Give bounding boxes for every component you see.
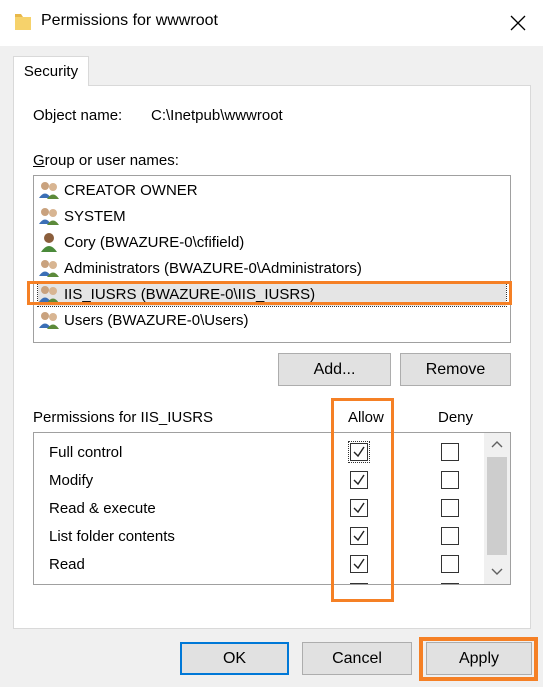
list-item[interactable]: Administrators (BWAZURE-0\Administrators… [38, 256, 362, 280]
annotation-highlight-allow [331, 398, 394, 602]
list-item[interactable]: CREATOR OWNER [38, 178, 198, 202]
permission-row: Modify [49, 466, 489, 494]
scroll-thumb[interactable] [487, 457, 507, 555]
deny-checkbox[interactable] [441, 443, 459, 461]
permission-label: Read & execute [49, 499, 156, 517]
annotation-highlight-apply [419, 637, 538, 681]
user-icon [41, 233, 57, 252]
chevron-down-icon [491, 568, 503, 575]
list-item[interactable]: Users (BWAZURE-0\Users) [38, 308, 248, 332]
deny-checkbox[interactable] [441, 471, 459, 489]
deny-checkbox[interactable] [441, 555, 459, 573]
permission-label: Modify [49, 471, 94, 489]
list-item[interactable]: SYSTEM [38, 204, 126, 228]
user-name: SYSTEM [64, 207, 126, 225]
permission-row: Read [49, 550, 489, 578]
close-button[interactable] [500, 8, 536, 38]
group-icon [39, 312, 59, 329]
user-name: Administrators (BWAZURE-0\Administrators… [64, 259, 362, 277]
permission-label: Full control [49, 443, 123, 461]
tab-security-label: Security [23, 63, 79, 80]
close-icon [510, 15, 526, 31]
permission-row: Read & execute [49, 494, 489, 522]
user-name: Users (BWAZURE-0\Users) [64, 311, 249, 329]
permission-row: List folder contents [49, 522, 489, 550]
permission-label: List folder contents [49, 527, 175, 545]
users-list[interactable]: CREATOR OWNER SYSTEM Cory (BWAZURE-0\cfi… [33, 175, 511, 343]
user-name: CREATOR OWNER [64, 181, 198, 199]
tab-security[interactable]: Security [13, 56, 89, 86]
permissions-scrollbar[interactable] [484, 433, 510, 584]
group-icon [39, 182, 59, 199]
group-icon [39, 208, 59, 225]
deny-checkbox[interactable] [441, 527, 459, 545]
permission-row-partial [49, 578, 489, 584]
scroll-up-button[interactable] [484, 433, 510, 455]
deny-column-header: Deny [438, 409, 474, 426]
object-name-value: C:\Inetpub\wwwroot [151, 107, 283, 124]
object-name-label: Object name: [33, 107, 123, 124]
group-icon [39, 260, 59, 277]
scroll-down-button[interactable] [484, 561, 510, 583]
annotation-highlight-user [27, 281, 512, 305]
window-title: Permissions for wwwroot [41, 12, 218, 29]
permission-row: Full control [49, 438, 489, 466]
cancel-button[interactable]: Cancel [302, 642, 412, 675]
add-button[interactable]: Add... [278, 353, 391, 386]
ok-button[interactable]: OK [180, 642, 289, 675]
permissions-title: Permissions for IIS_IUSRS [33, 409, 214, 426]
permissions-table: Full control Modify Read & execute List … [33, 432, 511, 585]
group-user-names-label: Group or user names: [33, 152, 179, 169]
remove-button[interactable]: Remove [400, 353, 511, 386]
chevron-up-icon [491, 441, 503, 448]
deny-checkbox[interactable] [441, 499, 459, 517]
folder-icon [13, 11, 33, 33]
permission-label: Read [49, 555, 85, 573]
user-name: Cory (BWAZURE-0\cfifield) [64, 233, 245, 251]
deny-checkbox[interactable] [441, 583, 459, 584]
list-item[interactable]: Cory (BWAZURE-0\cfifield) [38, 230, 244, 254]
